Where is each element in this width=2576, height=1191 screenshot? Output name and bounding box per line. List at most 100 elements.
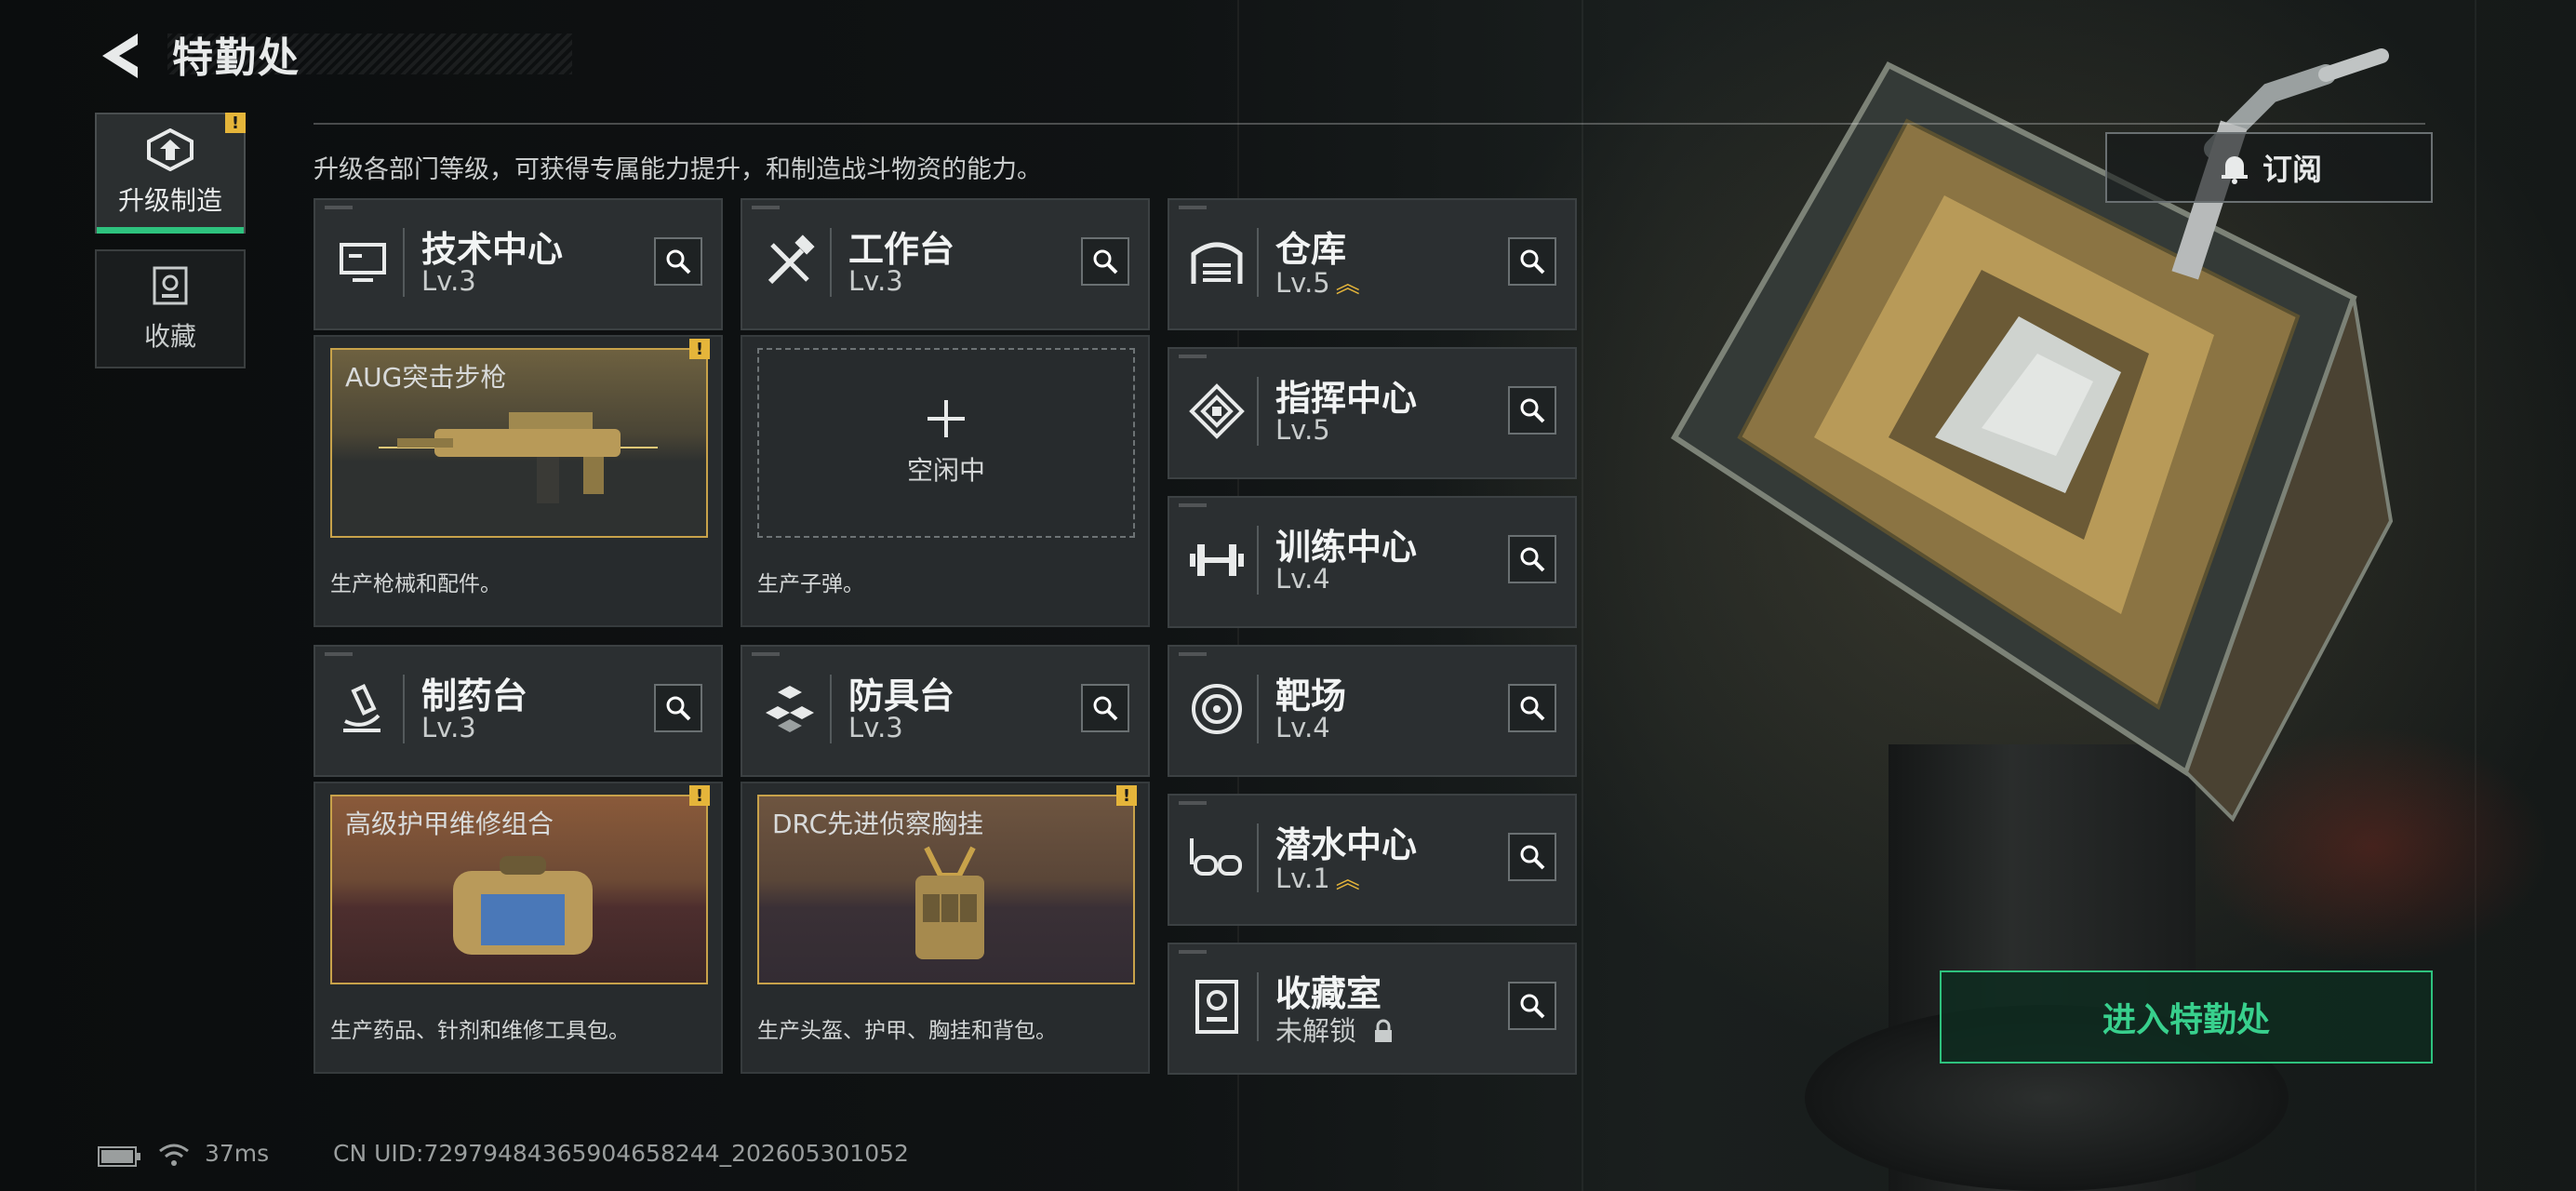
target-icon — [1192, 684, 1242, 734]
goggles-icon — [1190, 838, 1242, 876]
department-card-pharma[interactable]: 制药台 Lv.3 — [314, 645, 723, 777]
card-decoration — [325, 652, 353, 656]
department-name: 技术中心 — [421, 229, 564, 270]
search-icon — [666, 696, 691, 721]
search-button[interactable] — [654, 237, 702, 286]
department-name: 工作台 — [848, 229, 955, 270]
card-decoration — [752, 206, 780, 209]
page-title: 特勤处 — [172, 34, 300, 82]
production-item-name: DRC先进侦察胸挂 — [772, 809, 984, 839]
production-caption: 生产枪械和配件。 — [330, 572, 501, 596]
trophy-case-icon — [153, 266, 188, 305]
search-icon — [1520, 249, 1545, 274]
card-decoration — [1179, 206, 1207, 209]
card-separator — [403, 675, 405, 743]
card-decoration — [1179, 355, 1207, 358]
dumbbell-icon — [1190, 544, 1244, 576]
department-level: Lv.4 — [1275, 563, 1330, 595]
divider — [2475, 0, 2476, 1191]
rifle-image — [379, 412, 658, 503]
enter-label: 进入特勤处 — [2102, 1001, 2270, 1039]
plus-icon — [928, 400, 965, 437]
tab-upgrade-manufacture[interactable]: 升级制造 ! — [95, 113, 246, 234]
tab-collection[interactable]: 收藏 — [95, 249, 246, 368]
tech-monitor-icon — [340, 243, 386, 282]
department-card-training[interactable]: 训练中心 Lv.4 — [1168, 496, 1577, 628]
search-icon — [1520, 696, 1545, 721]
production-caption: 生产药品、针剂和维修工具包。 — [330, 1019, 630, 1043]
search-button[interactable] — [1508, 684, 1556, 732]
search-icon — [1093, 249, 1118, 274]
department-name: 靶场 — [1275, 676, 1347, 716]
production-item-frame: DRC先进侦察胸挂 — [757, 795, 1135, 984]
alert-badge: ! — [689, 339, 710, 359]
search-button[interactable] — [1508, 535, 1556, 583]
repair-kit-image — [453, 856, 593, 955]
garage-icon — [1191, 242, 1243, 284]
department-card-range[interactable]: 靶场 Lv.4 — [1168, 645, 1577, 777]
department-card-collection[interactable]: 收藏室 未解锁 — [1168, 943, 1577, 1075]
alert-badge: ! — [1116, 785, 1137, 806]
back-arrow-icon[interactable] — [93, 28, 149, 84]
card-decoration — [1179, 503, 1207, 507]
search-button[interactable] — [1508, 386, 1556, 435]
department-level: Lv.3 — [421, 712, 476, 743]
card-decoration — [1179, 801, 1207, 805]
card-separator — [403, 228, 405, 297]
divider — [1582, 0, 1583, 1191]
card-decoration — [1179, 950, 1207, 954]
production-slot-pharma[interactable]: 高级护甲维修组合 ! 生产药品、针剂和维修工具包。 — [314, 782, 723, 1074]
chip-icon — [1189, 383, 1245, 439]
card-separator — [1257, 972, 1259, 1041]
subscribe-label: 订阅 — [2262, 152, 2322, 187]
alert-badge: ! — [689, 785, 710, 806]
search-button[interactable] — [1508, 833, 1556, 881]
card-separator — [1257, 675, 1259, 743]
upgrade-available-icon: ︽ — [1335, 271, 1360, 299]
department-card-workbench[interactable]: 工作台 Lv.3 — [741, 198, 1150, 330]
active-tab-indicator — [97, 227, 244, 234]
department-level-row: 未解锁 — [1275, 1010, 1395, 1049]
card-separator — [830, 675, 832, 743]
production-caption: 生产子弹。 — [757, 572, 864, 596]
upgrade-available-icon: ︽ — [1335, 866, 1360, 894]
department-card-tech[interactable]: 技术中心 Lv.3 — [314, 198, 723, 330]
search-icon — [1520, 845, 1545, 870]
bell-icon — [2221, 156, 2248, 184]
production-item-name: 高级护甲维修组合 — [345, 809, 554, 839]
enter-special-ops-button[interactable]: 进入特勤处 — [1940, 970, 2433, 1064]
user-uid: CN UID:7297948436590465​8244_20260530105… — [333, 1140, 909, 1167]
production-caption: 生产头盔、护甲、胸挂和背包。 — [757, 1019, 1057, 1043]
department-level: Lv.5 — [1275, 267, 1330, 299]
department-card-armor[interactable]: 防具台 Lv.3 — [741, 645, 1150, 777]
department-level-row: Lv.1 ︽ — [1275, 861, 1360, 895]
search-button[interactable] — [654, 684, 702, 732]
department-name: 防具台 — [848, 676, 955, 716]
department-name: 仓库 — [1275, 229, 1347, 270]
card-separator — [1257, 377, 1259, 446]
card-separator — [830, 228, 832, 297]
search-button[interactable] — [1508, 982, 1556, 1030]
department-level: Lv.4 — [1275, 712, 1330, 743]
department-card-diving[interactable]: 潜水中心 Lv.1 ︽ — [1168, 794, 1577, 926]
card-separator — [1257, 526, 1259, 595]
production-slot-workbench[interactable]: 空闲中 生产子弹。 — [741, 335, 1150, 627]
lock-icon — [1375, 1019, 1393, 1042]
search-button[interactable] — [1508, 237, 1556, 286]
department-card-command[interactable]: 指挥中心 Lv.5 — [1168, 347, 1577, 479]
search-button[interactable] — [1081, 237, 1129, 286]
search-button[interactable] — [1081, 684, 1129, 732]
trophy-case-icon — [1195, 980, 1238, 1034]
subscribe-button[interactable]: 订阅 — [2105, 132, 2433, 203]
wifi-icon — [159, 1144, 189, 1166]
search-icon — [1520, 398, 1545, 423]
department-level: Lv.5 — [1275, 414, 1330, 446]
department-card-warehouse[interactable]: 仓库 Lv.5 ︽ — [1168, 198, 1577, 330]
card-separator — [1257, 823, 1259, 892]
production-slot-armor[interactable]: DRC先进侦察胸挂 ! 生产头盔、护甲、胸挂和背包。 — [741, 782, 1150, 1074]
ping-display: 37ms — [205, 1140, 270, 1167]
tools-icon — [767, 234, 815, 285]
microscope-icon — [343, 684, 380, 732]
production-slot-tech[interactable]: AUG突击步枪 ! 生产枪械和配件。 — [314, 335, 723, 627]
search-icon — [666, 249, 691, 274]
